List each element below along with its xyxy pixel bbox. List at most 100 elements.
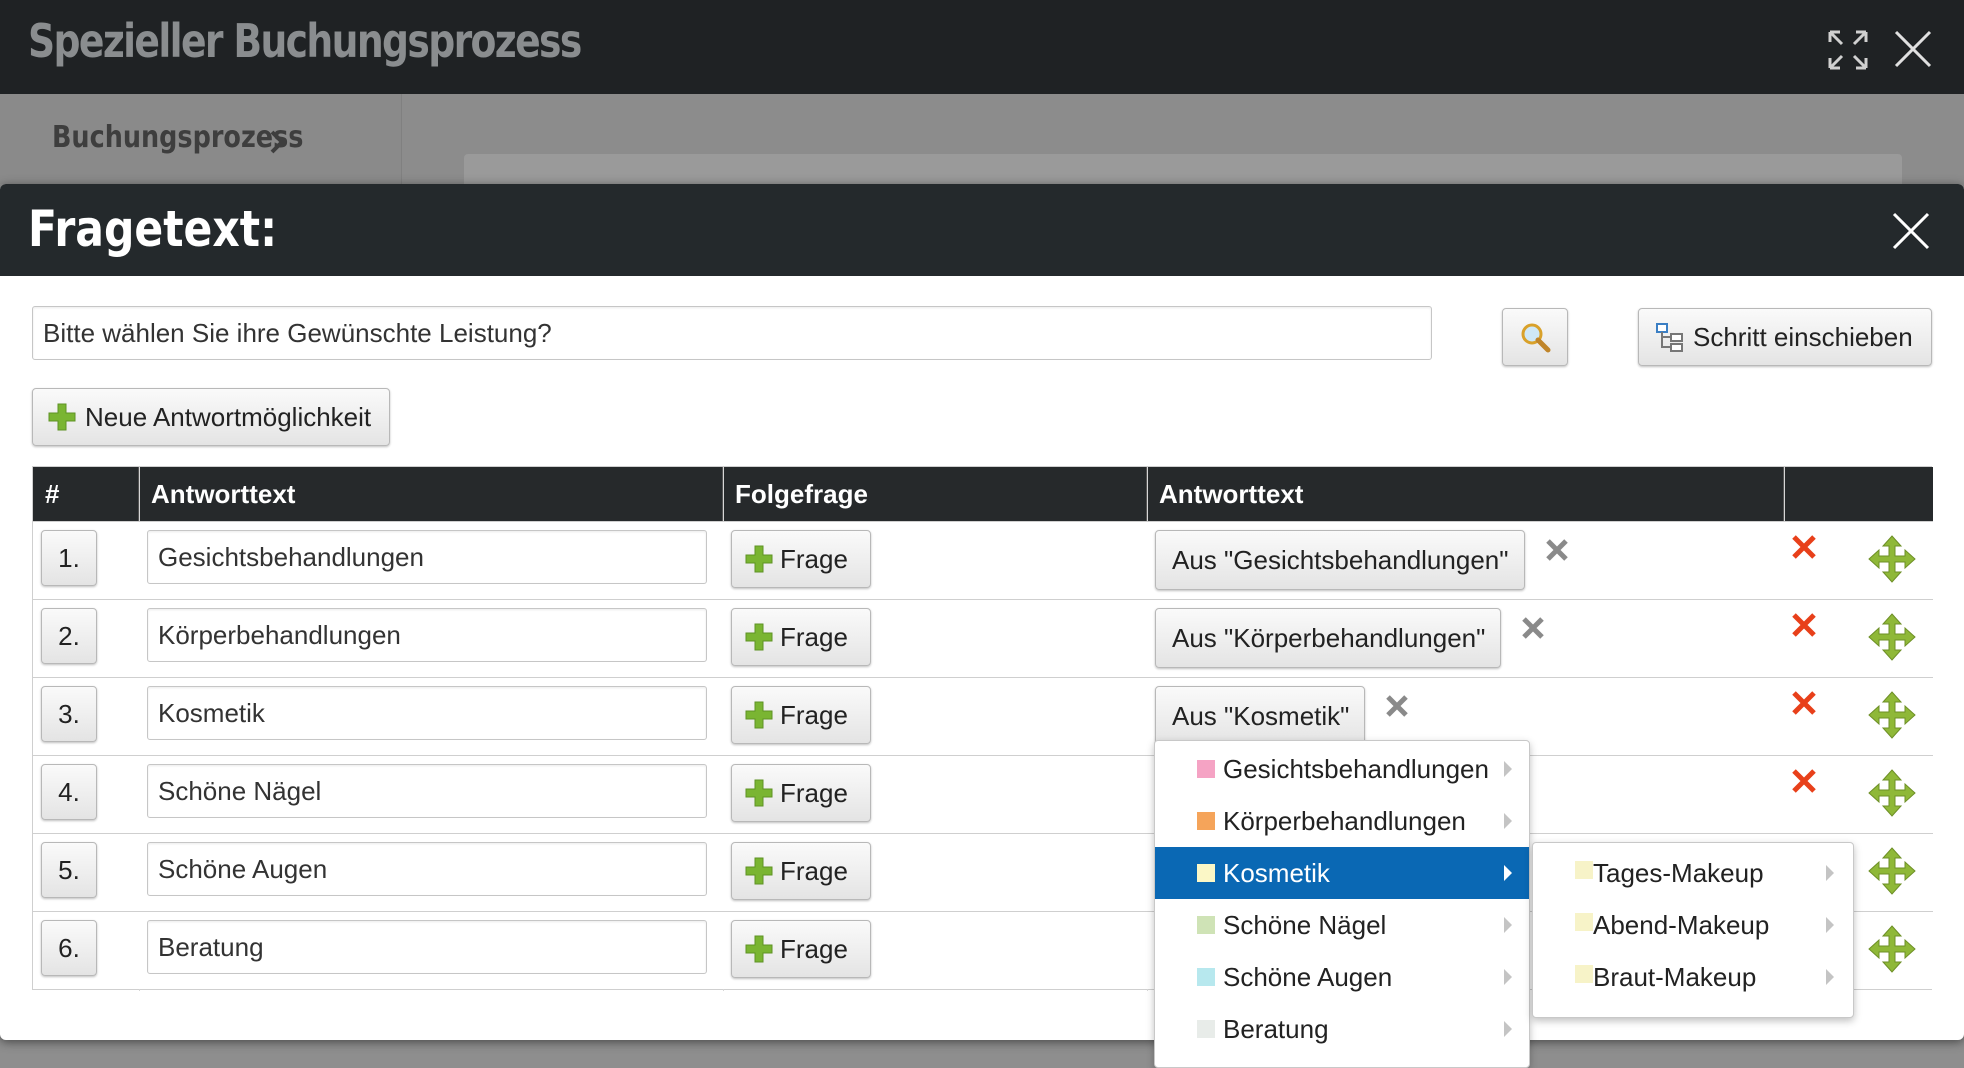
move-row-handle[interactable]	[1867, 924, 1917, 974]
table-row: 1. Gesichtsbehandlungen Frage Aus "Gesichts…	[33, 521, 1933, 599]
move-row-handle[interactable]	[1867, 690, 1917, 740]
plus-icon	[745, 779, 773, 807]
delete-row-button[interactable]	[1791, 690, 1817, 716]
submenu-item[interactable]: Braut-Makeup	[1533, 951, 1853, 1003]
outer-window-title: Spezieller Buchungsprozess	[28, 14, 582, 68]
source-category-button[interactable]: Aus "Körperbehandlungen"	[1155, 608, 1501, 668]
add-followup-question-button[interactable]: Frage	[731, 920, 871, 978]
caret-right-icon	[1504, 761, 1512, 777]
row-number-button[interactable]: 2.	[41, 608, 97, 664]
row-number-button[interactable]: 1.	[41, 530, 97, 586]
delete-row-button[interactable]	[1791, 612, 1817, 638]
move-icon	[1868, 535, 1916, 583]
dropdown-item[interactable]: Körperbehandlungen	[1155, 795, 1529, 847]
answer-text-input[interactable]: Schöne Nägel	[147, 764, 707, 818]
add-followup-question-button[interactable]: Frage	[731, 842, 871, 900]
category-dropdown-menu: Gesichtsbehandlungen Körperbehandlungen Ko…	[1154, 740, 1530, 1068]
search-button[interactable]	[1502, 308, 1568, 366]
breadcrumb[interactable]: Buchungsprozess	[52, 120, 303, 155]
tree-structure-icon	[1656, 323, 1683, 352]
followup-label: Frage	[780, 621, 848, 652]
row-number-button[interactable]: 5.	[41, 842, 97, 898]
remove-source-button[interactable]	[1545, 538, 1569, 562]
delete-row-button[interactable]	[1791, 534, 1817, 560]
delete-row-button[interactable]	[1791, 768, 1817, 794]
move-icon	[1868, 613, 1916, 661]
add-followup-question-button[interactable]: Frage	[731, 686, 871, 744]
chevron-right-icon	[270, 130, 285, 154]
caret-right-icon	[1504, 813, 1512, 829]
new-answer-button[interactable]: Neue Antwortmöglichkeit	[32, 388, 390, 446]
move-row-handle[interactable]	[1867, 846, 1917, 896]
plus-icon	[745, 857, 773, 885]
color-swatch	[1197, 812, 1215, 830]
move-row-handle[interactable]	[1867, 612, 1917, 662]
new-answer-label: Neue Antwortmöglichkeit	[85, 401, 372, 432]
expand-icon[interactable]	[1826, 28, 1870, 72]
answer-text-input[interactable]: Schöne Augen	[147, 842, 707, 896]
column-header-number: #	[33, 467, 139, 521]
caret-right-icon	[1826, 969, 1834, 985]
remove-source-button[interactable]	[1385, 694, 1409, 718]
dropdown-item[interactable]: Beratung	[1155, 1003, 1529, 1055]
submenu-item-label: Abend-Makeup	[1593, 910, 1770, 940]
move-icon	[1868, 847, 1916, 895]
followup-label: Frage	[780, 543, 848, 574]
color-swatch	[1575, 913, 1593, 931]
table-header: # Antworttext Folgefrage Antworttext	[33, 467, 1933, 521]
source-category-button[interactable]: Aus "Kosmetik"	[1155, 686, 1365, 746]
caret-right-icon	[1504, 865, 1512, 881]
remove-icon	[1546, 539, 1568, 561]
dropdown-item-label: Körperbehandlungen	[1223, 806, 1466, 836]
dropdown-item-label: Gesichtsbehandlungen	[1223, 754, 1489, 784]
plus-icon	[745, 545, 773, 573]
answer-text-input[interactable]: Gesichtsbehandlungen	[147, 530, 707, 584]
table-row: 4. Schöne Nägel Frage	[33, 755, 1933, 833]
row-number-button[interactable]: 6.	[41, 920, 97, 976]
followup-label: Frage	[780, 699, 848, 730]
dropdown-item[interactable]: Schöne Nägel	[1155, 899, 1529, 951]
submenu-item-label: Tages-Makeup	[1593, 858, 1764, 888]
color-swatch	[1575, 861, 1593, 879]
close-icon[interactable]	[1890, 210, 1932, 252]
row-number-button[interactable]: 3.	[41, 686, 97, 742]
add-followup-question-button[interactable]: Frage	[731, 530, 871, 588]
followup-label: Frage	[780, 933, 848, 964]
caret-right-icon	[1826, 917, 1834, 933]
dropdown-item[interactable]: Kosmetik	[1155, 847, 1529, 899]
question-text-input[interactable]: Bitte wählen Sie ihre Gewünschte Leistun…	[32, 306, 1432, 360]
add-followup-question-button[interactable]: Frage	[731, 608, 871, 666]
modal-header: Fragetext:	[0, 184, 1964, 276]
remove-source-button[interactable]	[1521, 616, 1545, 640]
search-icon	[1521, 323, 1551, 353]
column-header-followup: Folgefrage	[723, 467, 1147, 521]
caret-right-icon	[1504, 969, 1512, 985]
answer-text-input[interactable]: Beratung	[147, 920, 707, 974]
color-swatch	[1197, 760, 1215, 778]
dropdown-item[interactable]: Schöne Augen	[1155, 951, 1529, 1003]
remove-icon	[1386, 695, 1408, 717]
close-icon[interactable]	[1890, 26, 1936, 72]
dropdown-item-label: Kosmetik	[1223, 858, 1330, 888]
add-followup-question-button[interactable]: Frage	[731, 764, 871, 822]
row-number-button[interactable]: 4.	[41, 764, 97, 820]
delete-icon	[1792, 691, 1816, 715]
move-row-handle[interactable]	[1867, 768, 1917, 818]
insert-step-button[interactable]: Schritt einschieben	[1638, 308, 1932, 366]
submenu-item[interactable]: Tages-Makeup	[1533, 847, 1853, 899]
dropdown-item[interactable]: Gesichtsbehandlungen	[1155, 743, 1529, 795]
source-category-button[interactable]: Aus "Gesichtsbehandlungen"	[1155, 530, 1525, 590]
dropdown-item-label: Beratung	[1223, 1014, 1329, 1044]
submenu-item[interactable]: Abend-Makeup	[1533, 899, 1853, 951]
delete-icon	[1792, 769, 1816, 793]
move-row-handle[interactable]	[1867, 534, 1917, 584]
answer-text-input[interactable]: Körperbehandlungen	[147, 608, 707, 662]
color-swatch	[1575, 965, 1593, 983]
remove-icon	[1522, 617, 1544, 639]
followup-label: Frage	[780, 777, 848, 808]
dropdown-item-label: Schöne Nägel	[1223, 910, 1387, 940]
column-header-actions	[1784, 467, 1933, 521]
answer-text-input[interactable]: Kosmetik	[147, 686, 707, 740]
plus-icon	[745, 701, 773, 729]
column-header-answer-text: Antworttext	[139, 467, 723, 521]
